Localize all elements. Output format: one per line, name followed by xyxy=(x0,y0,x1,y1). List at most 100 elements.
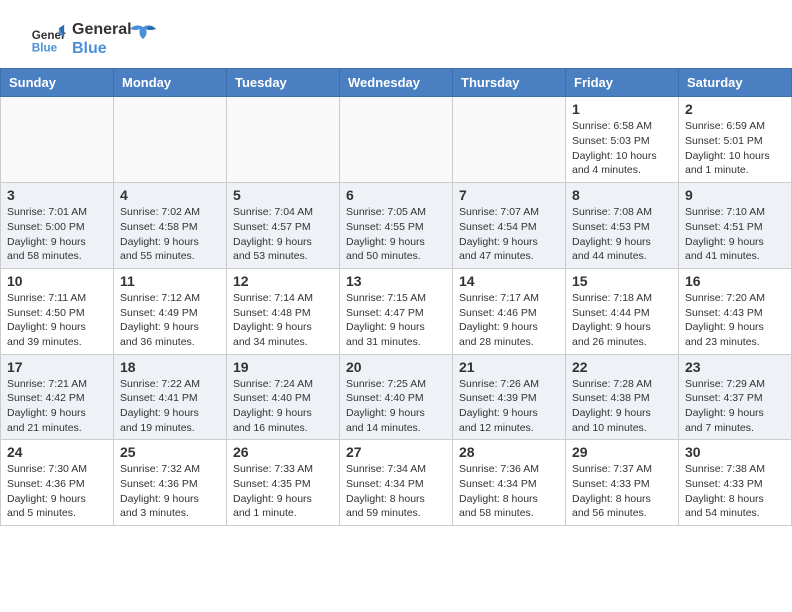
calendar-cell: 20 Sunrise: 7:25 AMSunset: 4:40 PMDayligh… xyxy=(340,354,453,440)
day-info: Sunrise: 7:14 AMSunset: 4:48 PMDaylight:… xyxy=(233,291,333,350)
week-row-3: 10Sunrise: 7:11 AMSunset: 4:50 PMDayligh… xyxy=(1,268,792,354)
calendar-cell: 5 Sunrise: 7:04 AMSunset: 4:57 PMDaylight… xyxy=(227,183,340,269)
header-wednesday: Wednesday xyxy=(340,69,453,97)
day-number: 30 xyxy=(685,444,785,460)
day-number: 9 xyxy=(685,187,785,203)
day-number: 25 xyxy=(120,444,220,460)
page-header: General Blue General Blue xyxy=(0,0,792,68)
calendar-cell: 21Sunrise: 7:26 AMSunset: 4:39 PMDayligh… xyxy=(453,354,566,440)
day-info: Sunrise: 7:28 AMSunset: 4:38 PMDaylight:… xyxy=(572,377,672,436)
day-info: Sunrise: 7:10 AMSunset: 4:51 PMDaylight:… xyxy=(685,205,785,264)
calendar-cell: 13 Sunrise: 7:15 AMSunset: 4:47 PMDayligh… xyxy=(340,268,453,354)
logo: General Blue General Blue xyxy=(30,20,158,58)
day-info: Sunrise: 7:25 AMSunset: 4:40 PMDaylight:… xyxy=(346,377,446,436)
calendar-cell: 7 Sunrise: 7:07 AMSunset: 4:54 PMDaylight… xyxy=(453,183,566,269)
calendar-cell: 9 Sunrise: 7:10 AMSunset: 4:51 PMDaylight… xyxy=(679,183,792,269)
calendar-cell: 29 Sunrise: 7:37 AMSunset: 4:33 PMDayligh… xyxy=(566,440,679,526)
day-info: Sunrise: 7:21 AMSunset: 4:42 PMDaylight:… xyxy=(7,377,107,436)
day-number: 11 xyxy=(120,273,220,289)
day-number: 4 xyxy=(120,187,220,203)
day-info: Sunrise: 7:33 AMSunset: 4:35 PMDaylight:… xyxy=(233,462,333,521)
day-number: 7 xyxy=(459,187,559,203)
calendar-cell: 18 Sunrise: 7:22 AMSunset: 4:41 PMDayligh… xyxy=(114,354,227,440)
day-number: 18 xyxy=(120,359,220,375)
day-info: Sunrise: 7:22 AMSunset: 4:41 PMDaylight:… xyxy=(120,377,220,436)
calendar-cell: 10Sunrise: 7:11 AMSunset: 4:50 PMDayligh… xyxy=(1,268,114,354)
day-number: 20 xyxy=(346,359,446,375)
day-info: Sunrise: 7:04 AMSunset: 4:57 PMDaylight:… xyxy=(233,205,333,264)
calendar-cell xyxy=(453,97,566,183)
day-info: Sunrise: 7:05 AMSunset: 4:55 PMDaylight:… xyxy=(346,205,446,264)
day-info: Sunrise: 7:37 AMSunset: 4:33 PMDaylight:… xyxy=(572,462,672,521)
header-saturday: Saturday xyxy=(679,69,792,97)
calendar-cell: 3 Sunrise: 7:01 AMSunset: 5:00 PMDaylight… xyxy=(1,183,114,269)
day-number: 5 xyxy=(233,187,333,203)
day-number: 2 xyxy=(685,101,785,117)
day-info: Sunrise: 7:12 AMSunset: 4:49 PMDaylight:… xyxy=(120,291,220,350)
calendar-cell: 15Sunrise: 7:18 AMSunset: 4:44 PMDayligh… xyxy=(566,268,679,354)
week-row-1: 1 Sunrise: 6:58 AMSunset: 5:03 PMDaylight… xyxy=(1,97,792,183)
day-info: Sunrise: 7:17 AMSunset: 4:46 PMDaylight:… xyxy=(459,291,559,350)
week-row-4: 17 Sunrise: 7:21 AMSunset: 4:42 PMDayligh… xyxy=(1,354,792,440)
day-number: 13 xyxy=(346,273,446,289)
day-number: 27 xyxy=(346,444,446,460)
day-number: 16 xyxy=(685,273,785,289)
day-number: 8 xyxy=(572,187,672,203)
day-number: 23 xyxy=(685,359,785,375)
day-number: 14 xyxy=(459,273,559,289)
logo-bird-icon xyxy=(128,19,158,49)
calendar-cell: 22Sunrise: 7:28 AMSunset: 4:38 PMDayligh… xyxy=(566,354,679,440)
day-info: Sunrise: 7:15 AMSunset: 4:47 PMDaylight:… xyxy=(346,291,446,350)
day-info: Sunrise: 7:18 AMSunset: 4:44 PMDaylight:… xyxy=(572,291,672,350)
day-number: 28 xyxy=(459,444,559,460)
day-info: Sunrise: 7:29 AMSunset: 4:37 PMDaylight:… xyxy=(685,377,785,436)
calendar-header-row: SundayMondayTuesdayWednesdayThursdayFrid… xyxy=(1,69,792,97)
calendar-cell xyxy=(1,97,114,183)
calendar-cell xyxy=(227,97,340,183)
day-info: Sunrise: 7:38 AMSunset: 4:33 PMDaylight:… xyxy=(685,462,785,521)
day-info: Sunrise: 7:32 AMSunset: 4:36 PMDaylight:… xyxy=(120,462,220,521)
calendar-cell: 14 Sunrise: 7:17 AMSunset: 4:46 PMDayligh… xyxy=(453,268,566,354)
day-number: 29 xyxy=(572,444,672,460)
day-number: 24 xyxy=(7,444,107,460)
calendar-cell: 16 Sunrise: 7:20 AMSunset: 4:43 PMDayligh… xyxy=(679,268,792,354)
day-info: Sunrise: 7:26 AMSunset: 4:39 PMDaylight:… xyxy=(459,377,559,436)
calendar-cell: 1 Sunrise: 6:58 AMSunset: 5:03 PMDaylight… xyxy=(566,97,679,183)
calendar-cell: 11 Sunrise: 7:12 AMSunset: 4:49 PMDayligh… xyxy=(114,268,227,354)
calendar-cell: 19Sunrise: 7:24 AMSunset: 4:40 PMDayligh… xyxy=(227,354,340,440)
day-number: 1 xyxy=(572,101,672,117)
calendar-cell: 27 Sunrise: 7:34 AMSunset: 4:34 PMDayligh… xyxy=(340,440,453,526)
day-number: 6 xyxy=(346,187,446,203)
day-info: Sunrise: 7:07 AMSunset: 4:54 PMDaylight:… xyxy=(459,205,559,264)
calendar-cell: 30 Sunrise: 7:38 AMSunset: 4:33 PMDayligh… xyxy=(679,440,792,526)
day-info: Sunrise: 7:34 AMSunset: 4:34 PMDaylight:… xyxy=(346,462,446,521)
day-info: Sunrise: 7:36 AMSunset: 4:34 PMDaylight:… xyxy=(459,462,559,521)
calendar-cell: 17 Sunrise: 7:21 AMSunset: 4:42 PMDayligh… xyxy=(1,354,114,440)
page-container: General Blue General Blue SundayMondayTu… xyxy=(0,0,792,536)
day-info: Sunrise: 7:01 AMSunset: 5:00 PMDaylight:… xyxy=(7,205,107,264)
day-number: 3 xyxy=(7,187,107,203)
calendar-cell: 24 Sunrise: 7:30 AMSunset: 4:36 PMDayligh… xyxy=(1,440,114,526)
day-number: 12 xyxy=(233,273,333,289)
day-number: 10 xyxy=(7,273,107,289)
calendar-cell: 8 Sunrise: 7:08 AMSunset: 4:53 PMDaylight… xyxy=(566,183,679,269)
day-info: Sunrise: 7:08 AMSunset: 4:53 PMDaylight:… xyxy=(572,205,672,264)
day-info: Sunrise: 7:20 AMSunset: 4:43 PMDaylight:… xyxy=(685,291,785,350)
svg-text:Blue: Blue xyxy=(32,42,58,55)
calendar-table: SundayMondayTuesdayWednesdayThursdayFrid… xyxy=(0,68,792,526)
day-info: Sunrise: 7:30 AMSunset: 4:36 PMDaylight:… xyxy=(7,462,107,521)
logo-icon: General Blue xyxy=(30,21,66,57)
calendar-cell: 28 Sunrise: 7:36 AMSunset: 4:34 PMDayligh… xyxy=(453,440,566,526)
day-number: 17 xyxy=(7,359,107,375)
logo-general: General xyxy=(72,20,132,39)
week-row-2: 3 Sunrise: 7:01 AMSunset: 5:00 PMDaylight… xyxy=(1,183,792,269)
calendar-cell: 25 Sunrise: 7:32 AMSunset: 4:36 PMDayligh… xyxy=(114,440,227,526)
header-monday: Monday xyxy=(114,69,227,97)
day-info: Sunrise: 6:59 AMSunset: 5:01 PMDaylight:… xyxy=(685,119,785,178)
logo-blue: Blue xyxy=(72,39,132,58)
day-info: Sunrise: 6:58 AMSunset: 5:03 PMDaylight:… xyxy=(572,119,672,178)
day-info: Sunrise: 7:24 AMSunset: 4:40 PMDaylight:… xyxy=(233,377,333,436)
calendar-cell: 12 Sunrise: 7:14 AMSunset: 4:48 PMDayligh… xyxy=(227,268,340,354)
header-sunday: Sunday xyxy=(1,69,114,97)
header-friday: Friday xyxy=(566,69,679,97)
